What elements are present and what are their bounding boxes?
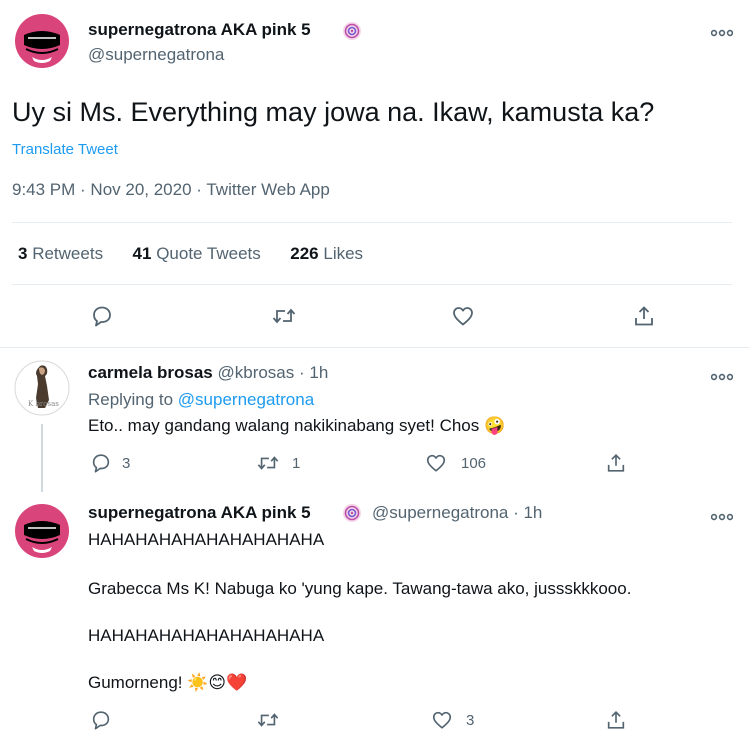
emoji: ☀️😊❤️ (187, 673, 248, 692)
tweet-text: Uy si Ms. Everything may jowa na. Ikaw, … (12, 97, 655, 127)
reply-header: supernegatrona AKA pink 5 (88, 503, 311, 523)
reply-header: carmela brosas @kbrosas · 1h (88, 363, 328, 383)
retweets-stat[interactable]: 3 Retweets (18, 244, 103, 263)
emoji: 🤪 (483, 416, 506, 435)
reply-icon[interactable] (90, 709, 112, 731)
tweet-stats: 3 Retweets 41 Quote Tweets 226 Likes (18, 244, 363, 264)
likes-stat[interactable]: 226 Likes (290, 244, 363, 263)
tweet-timestamp[interactable]: 9:43 PM · Nov 20, 2020 · Twitter Web App (12, 180, 330, 200)
reply-icon[interactable] (90, 452, 112, 474)
swirl-badge-icon (342, 21, 362, 41)
heart-icon[interactable] (451, 304, 475, 328)
swirl-badge-icon (342, 503, 362, 523)
avatar[interactable] (14, 13, 70, 69)
author-handle[interactable]: @supernegatrona (88, 45, 224, 65)
author-name[interactable]: supernegatrona AKA pink 5 (88, 20, 311, 40)
divider (12, 222, 732, 223)
quotes-stat[interactable]: 41 Quote Tweets (133, 244, 261, 263)
author-name[interactable]: carmela brosas (88, 363, 213, 382)
heart-icon[interactable] (425, 452, 447, 474)
more-icon[interactable] (710, 24, 734, 40)
reply-count: 3 (122, 455, 131, 472)
retweet-icon[interactable] (256, 452, 280, 474)
avatar-caption: K brosas (28, 400, 59, 408)
translate-link[interactable]: Translate Tweet (12, 141, 118, 158)
share-icon[interactable] (605, 452, 627, 474)
author-handle[interactable]: @supernegatrona · 1h (372, 503, 542, 523)
reply-line: HAHAHAHAHAHAHAHAHAHA (88, 626, 325, 645)
heart-icon[interactable] (431, 709, 453, 731)
reply-line: Gumorneng! ☀️😊❤️ (88, 673, 248, 692)
share-icon[interactable] (632, 304, 656, 328)
retweet-count: 1 (292, 455, 301, 472)
divider (0, 347, 750, 348)
replying-to: Replying to @supernegatrona (88, 390, 315, 409)
like-count: 3 (466, 712, 475, 729)
retweet-icon[interactable] (271, 304, 297, 328)
share-icon[interactable] (605, 709, 627, 731)
reply-line: HAHAHAHAHAHAHAHAHAHA (88, 530, 325, 549)
divider (12, 284, 732, 285)
retweet-icon[interactable] (256, 709, 280, 731)
like-count: 106 (461, 455, 487, 472)
reply-icon[interactable] (90, 304, 114, 328)
more-icon[interactable] (710, 368, 734, 384)
reply-line: Grabecca Ms K! Nabuga ko 'yung kape. Taw… (88, 579, 632, 598)
replying-to-link[interactable]: @supernegatrona (178, 390, 314, 409)
author-name[interactable]: supernegatrona AKA pink 5 (88, 503, 311, 522)
reply-text: Eto.. may gandang walang nakikinabang sy… (88, 416, 506, 435)
thread-line (41, 424, 43, 492)
author-handle[interactable]: @kbrosas · 1h (217, 363, 328, 382)
more-icon[interactable] (710, 508, 734, 524)
avatar[interactable] (14, 503, 70, 559)
